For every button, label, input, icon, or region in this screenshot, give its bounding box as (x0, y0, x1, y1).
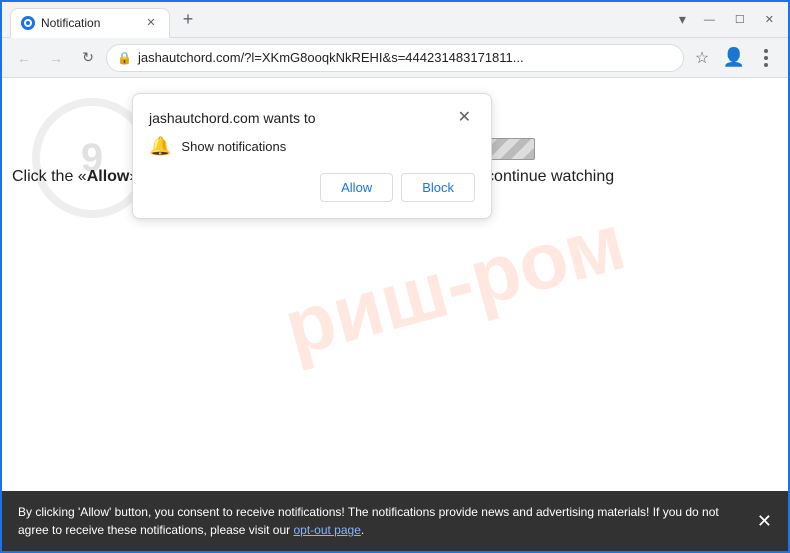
address-box[interactable]: 🔒 jashautchord.com/?l=XKmG8ooqkNkREHI&s=… (106, 44, 684, 72)
tab-area: Notification ✕ + (10, 2, 679, 37)
lock-icon: 🔒 (117, 51, 132, 65)
popup-close-button[interactable]: ✕ (454, 110, 475, 126)
banner-close-button[interactable]: ✕ (757, 511, 772, 532)
account-button[interactable]: 👤 (720, 44, 748, 72)
down-arrow-icon: ▾ (679, 11, 686, 27)
title-bar: Notification ✕ + ▾ — ☐ ✕ (2, 2, 788, 38)
star-icon: ☆ (695, 48, 709, 68)
address-bar-row: ← → ↻ 🔒 jashautchord.com/?l=XKmG8ooqkNkR… (2, 38, 788, 78)
back-button[interactable]: ← (10, 44, 38, 72)
banner-text-end: . (361, 523, 364, 537)
menu-button[interactable] (752, 44, 780, 72)
url-text: jashautchord.com/?l=XKmG8ooqkNkREHI&s=44… (138, 50, 673, 65)
block-button[interactable]: Block (401, 173, 475, 202)
opt-out-link[interactable]: opt-out page (293, 523, 360, 537)
instruction-allow-word: Allow (87, 168, 130, 185)
reload-button[interactable]: ↻ (74, 44, 102, 72)
instruction-prefix: Click the « (12, 168, 87, 185)
banner-text: By clicking 'Allow' button, you consent … (18, 503, 747, 539)
account-icon: 👤 (723, 47, 745, 68)
menu-dot-1 (764, 49, 768, 53)
bottom-banner: By clicking 'Allow' button, you consent … (2, 491, 788, 551)
tab-favicon (21, 16, 35, 30)
menu-dot-3 (764, 63, 768, 67)
popup-description: Show notifications (181, 139, 286, 154)
active-tab[interactable]: Notification ✕ (10, 8, 170, 38)
page-content: 9 риш-ром jashautchord.com wants to ✕ 🔔 … (2, 78, 788, 491)
banner-text-before-link: By clicking 'Allow' button, you consent … (18, 505, 719, 537)
browser-window: Notification ✕ + ▾ — ☐ ✕ ← → ↻ 🔒 jashaut… (0, 0, 790, 553)
close-button[interactable]: ✕ (759, 11, 780, 28)
popup-title: jashautchord.com wants to (149, 110, 316, 126)
popup-actions: Allow Block (149, 173, 475, 202)
bell-icon: 🔔 (149, 136, 171, 157)
minimize-button[interactable]: — (698, 12, 721, 28)
new-tab-button[interactable]: + (174, 6, 202, 34)
menu-dot-2 (764, 56, 768, 60)
tab-strip-menu[interactable]: ▾ (679, 11, 686, 29)
allow-button[interactable]: Allow (320, 173, 393, 202)
maximize-button[interactable]: ☐ (729, 11, 751, 28)
window-controls: — ☐ ✕ (698, 11, 780, 28)
tab-close-button[interactable]: ✕ (143, 15, 159, 31)
popup-header: jashautchord.com wants to ✕ (149, 110, 475, 126)
forward-button[interactable]: → (42, 44, 70, 72)
bookmark-button[interactable]: ☆ (688, 44, 716, 72)
watermark-text: риш-ром (275, 195, 634, 374)
notification-popup: jashautchord.com wants to ✕ 🔔 Show notif… (132, 93, 492, 219)
popup-body: 🔔 Show notifications (149, 136, 475, 157)
tab-label: Notification (41, 16, 100, 30)
